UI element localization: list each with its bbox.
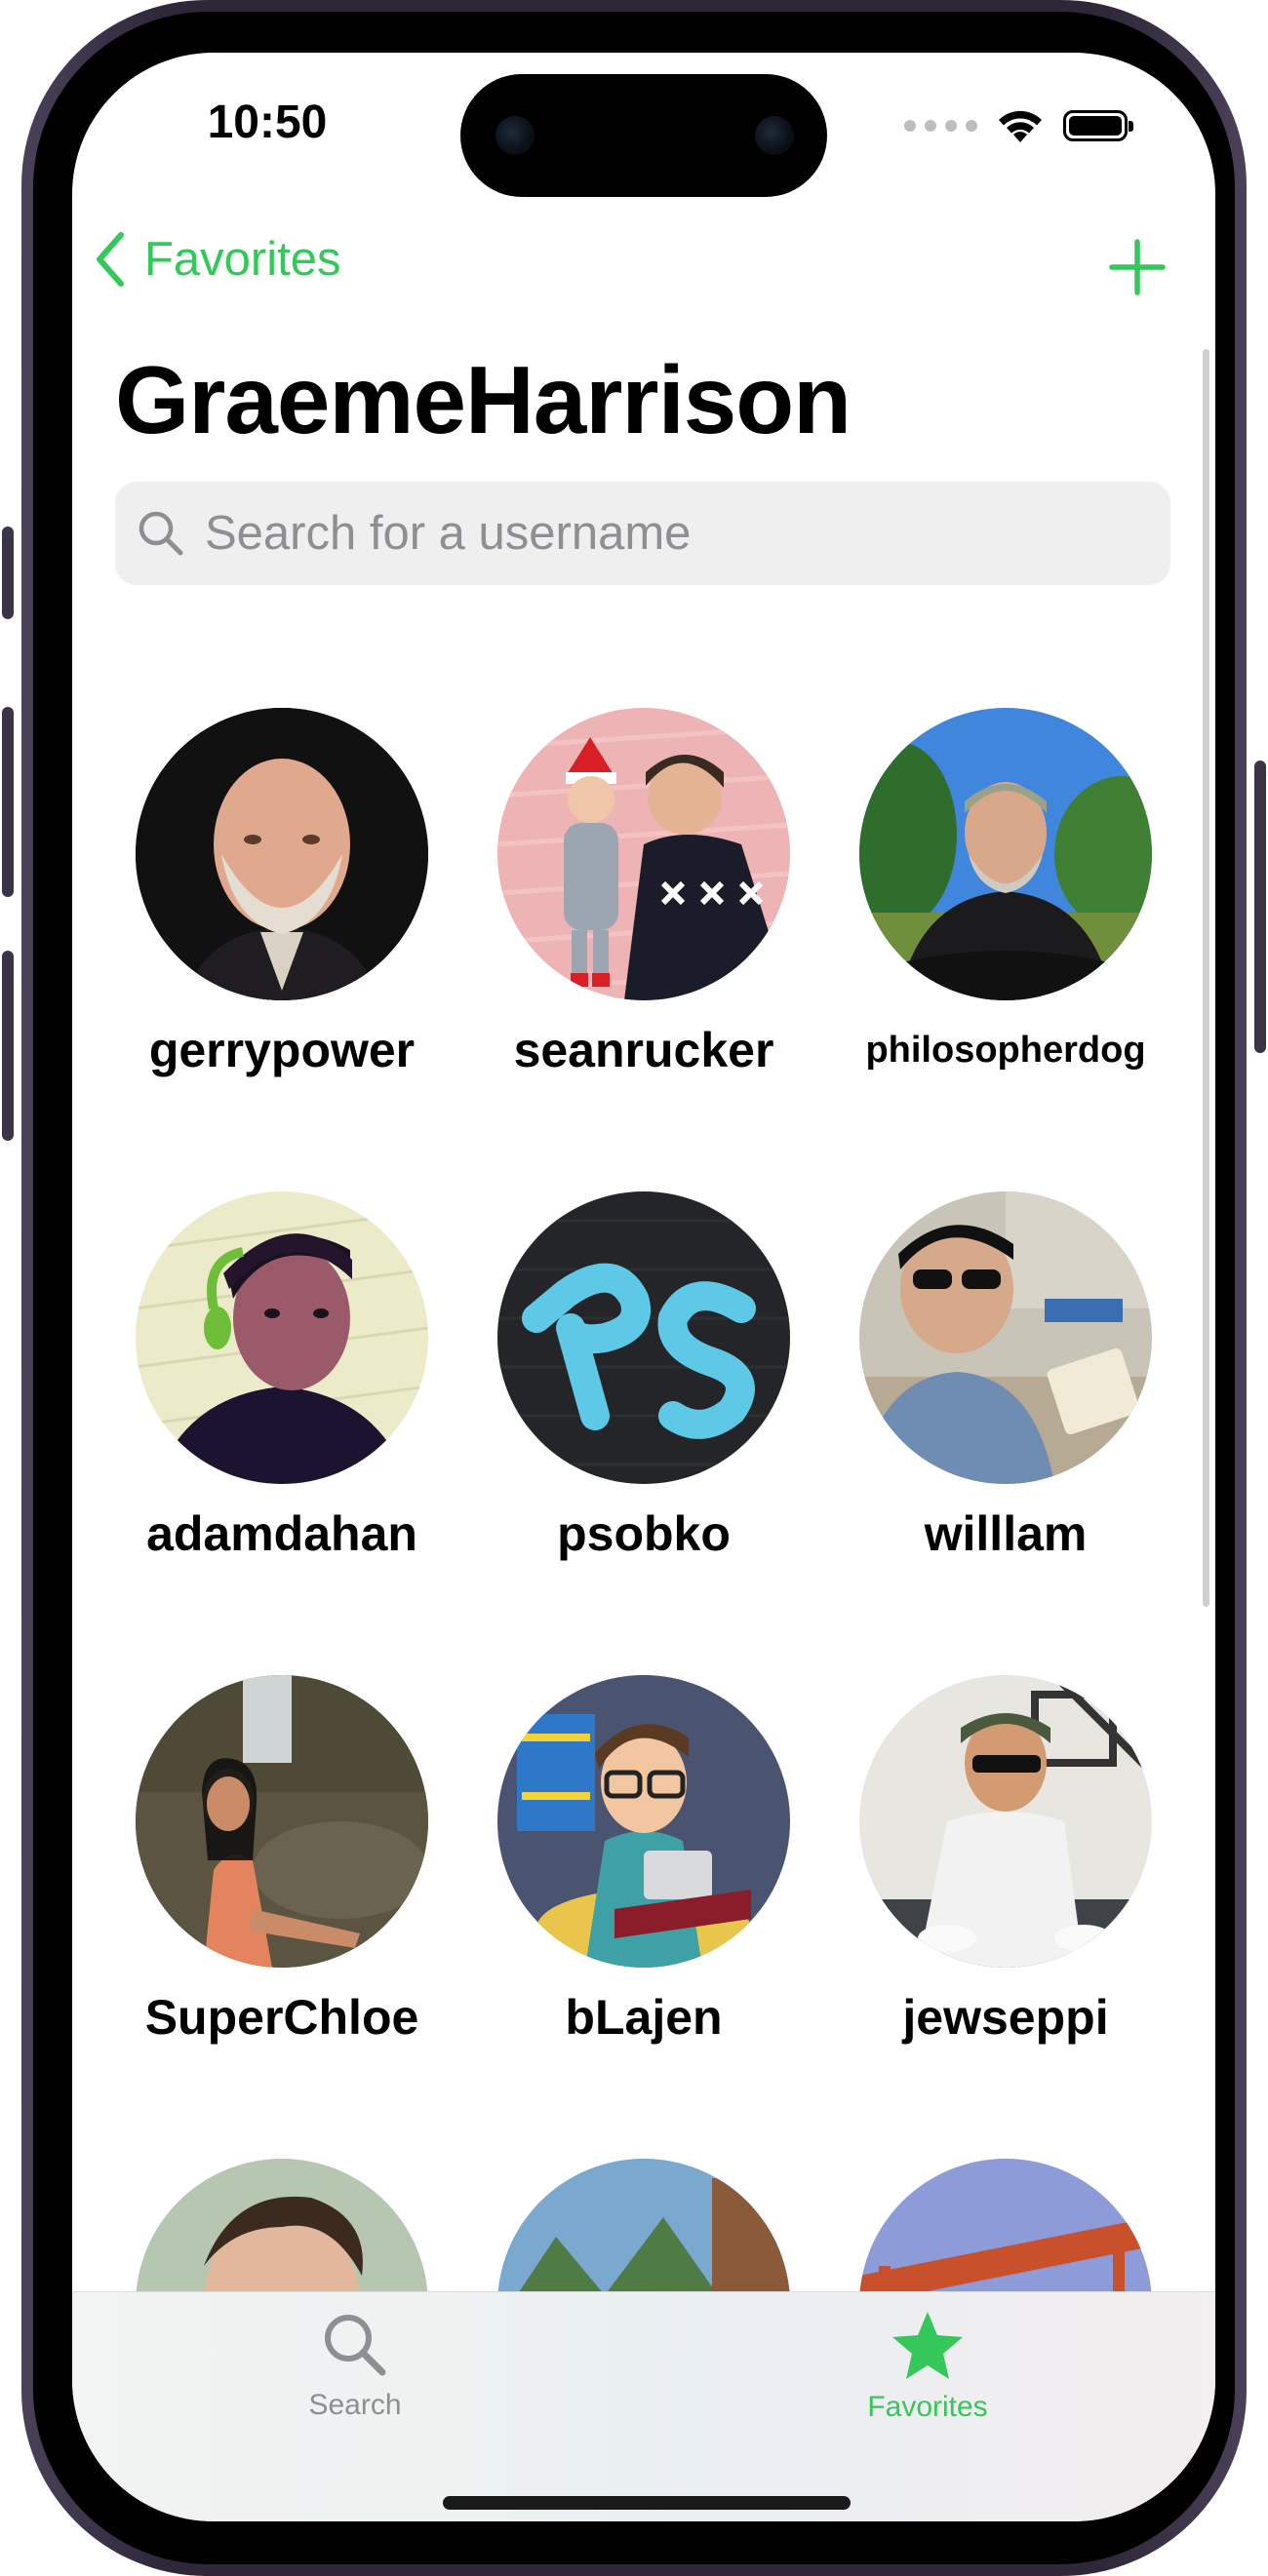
username-label: jewseppi <box>902 1990 1109 2045</box>
favorite-user-cell[interactable]: SuperChloe <box>116 1675 448 2046</box>
volume-down-button <box>2 951 14 1141</box>
magnifying-glass-icon <box>325 2315 386 2376</box>
tab-label: Favorites <box>867 2391 988 2423</box>
tab-search[interactable]: Search <box>228 2310 482 2422</box>
username-label: SuperChloe <box>144 1990 419 2045</box>
favorite-user-cell[interactable]: seanrucker <box>478 708 810 1078</box>
avatar <box>136 1675 428 1968</box>
favorite-user-cell[interactable]: philosopherdog <box>840 708 1171 1072</box>
favorite-user-cell[interactable]: jewseppi <box>840 1675 1171 2046</box>
avatar <box>497 1675 790 1968</box>
avatar <box>497 708 790 1000</box>
username-label: willlam <box>924 1506 1088 1561</box>
favorite-user-cell[interactable]: bLajen <box>478 1675 810 2046</box>
avatar <box>497 1191 790 1484</box>
screen: 10:50 Favorites GraemeHarrison Search fo… <box>72 53 1215 2521</box>
avatar <box>859 1675 1152 1968</box>
avatar <box>136 708 428 1000</box>
tab-bar: Search Favorites <box>72 2291 1215 2521</box>
favorite-user-cell[interactable]: psobko <box>478 1191 810 1562</box>
home-indicator[interactable] <box>443 2496 851 2510</box>
tab-label: Search <box>308 2389 402 2421</box>
avatar <box>136 1191 428 1484</box>
favorite-user-cell[interactable]: willlam <box>840 1191 1171 1562</box>
username-label: bLajen <box>565 1990 723 2045</box>
favorites-grid: gerrypower seanrucker philosopherdog ada… <box>72 53 1215 2521</box>
tab-favorites[interactable]: Favorites <box>801 2310 1054 2424</box>
username-label: philosopherdog <box>865 1030 1146 1071</box>
device-page: 10:50 Favorites GraemeHarrison Search fo… <box>0 0 1268 2576</box>
username-label: seanrucker <box>513 1023 774 1077</box>
volume-up-button <box>2 707 14 897</box>
username-label: gerrypower <box>148 1023 416 1077</box>
action-button <box>2 527 14 619</box>
avatar <box>859 1191 1152 1484</box>
star-icon <box>892 2312 963 2379</box>
username-label: psobko <box>557 1506 731 1561</box>
power-button <box>1254 761 1266 1053</box>
username-label: adamdahan <box>146 1506 417 1561</box>
favorite-user-cell[interactable]: adamdahan <box>116 1191 448 1562</box>
avatar <box>859 708 1152 1000</box>
favorite-user-cell[interactable]: gerrypower <box>116 708 448 1078</box>
